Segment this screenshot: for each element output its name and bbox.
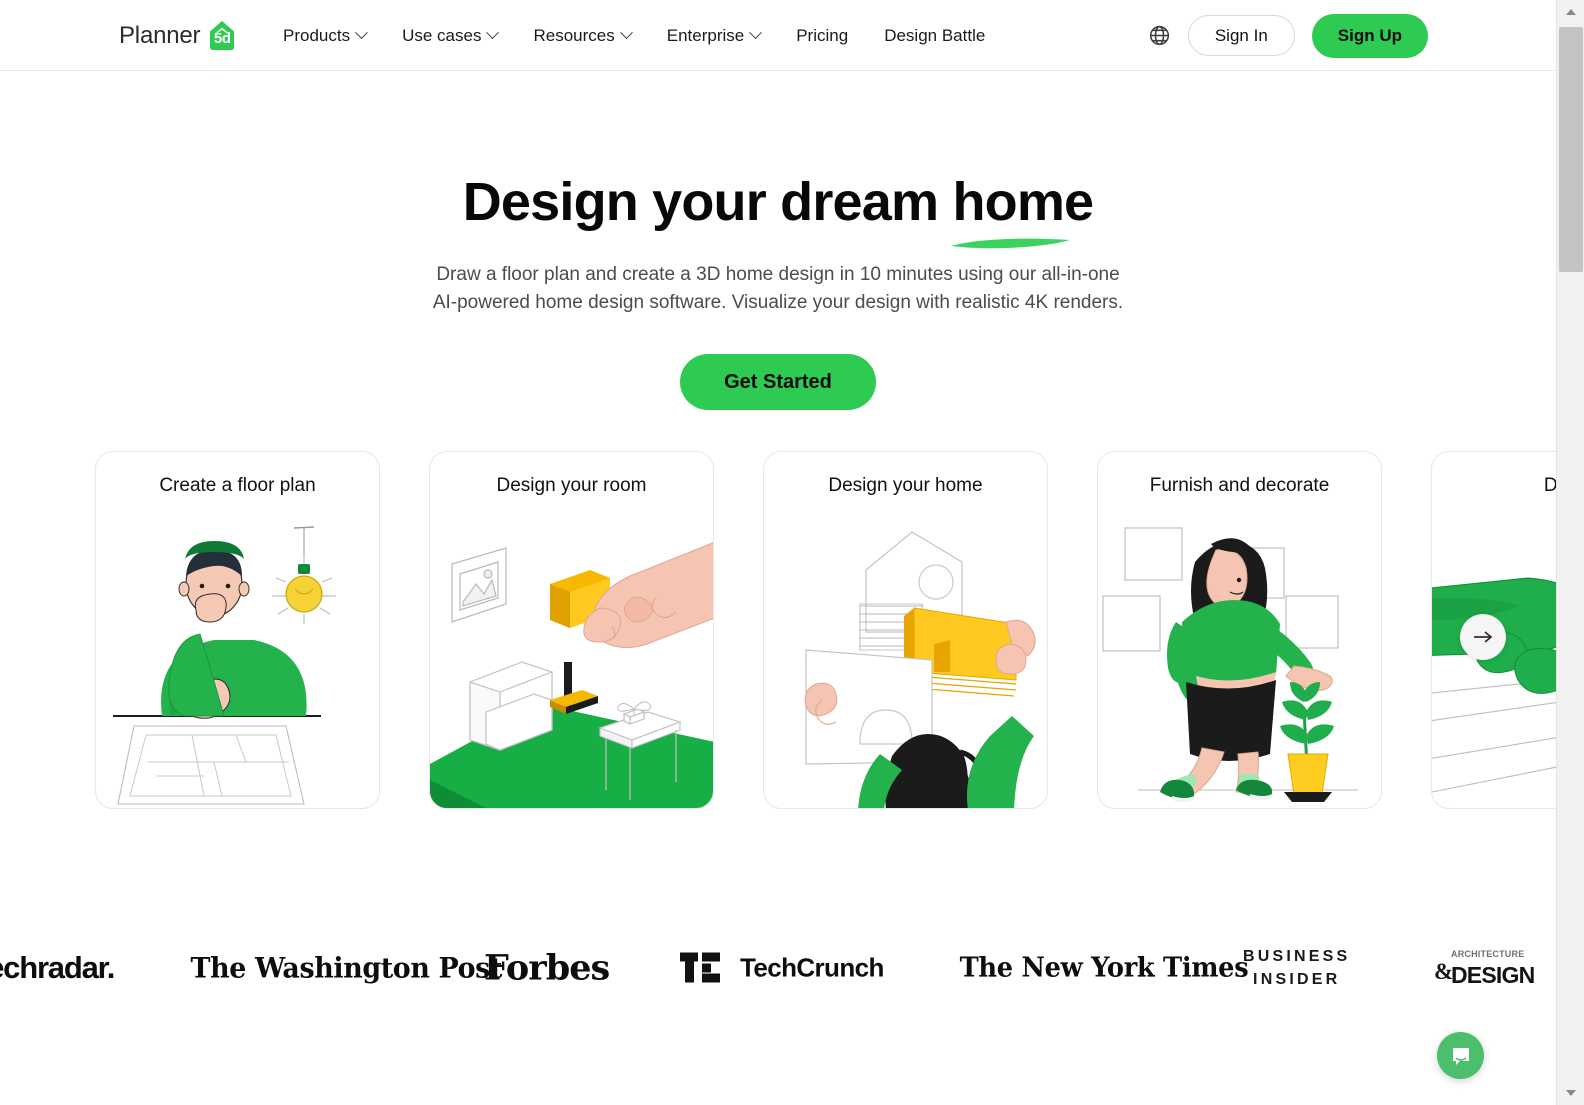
home-design-illustration — [764, 504, 1047, 808]
chevron-down-icon — [355, 26, 368, 40]
feature-card-design-your-home[interactable]: Design your home — [763, 451, 1048, 809]
page-viewport: Planner 5d Products Use cases Resources … — [0, 0, 1556, 1105]
feature-card-create-a-floor-plan[interactable]: Create a floor plan — [95, 451, 380, 809]
nav-item-resources[interactable]: Resources — [533, 25, 633, 46]
scrollbar-thumb[interactable] — [1559, 27, 1583, 272]
hero-title-highlight: home — [952, 172, 1094, 232]
carousel-next-button[interactable] — [1460, 614, 1506, 660]
nav-label: Use cases — [402, 25, 482, 45]
nav-item-pricing[interactable]: Pricing — [796, 26, 848, 46]
floor-plan-illustration — [96, 504, 379, 808]
chevron-down-icon — [486, 26, 500, 40]
feature-card-furnish-and-decorate[interactable]: Furnish and decorate — [1097, 451, 1382, 809]
logo[interactable]: Planner 5d — [119, 19, 239, 52]
feature-card-title: Furnish and decorate — [1149, 475, 1330, 496]
sign-up-button[interactable]: Sign Up — [1311, 13, 1428, 58]
feature-card-title: Create a floor plan — [159, 475, 316, 496]
main-navigation: Products Use cases Resources Enterprise … — [283, 0, 985, 71]
feature-card-title: Design your home — [828, 475, 983, 496]
press-logo-business-insider: BUSINESS INSIDER — [1243, 945, 1350, 991]
house-badge-icon: 5d — [205, 19, 239, 52]
arrow-right-icon — [1474, 631, 1493, 643]
room-design-illustration — [430, 504, 713, 808]
page-title: Design your dream home — [0, 171, 1556, 249]
chat-bubble-icon — [1452, 1047, 1469, 1065]
feature-card-title: Design — [1432, 475, 1556, 497]
press-logo-new-york-times: The New York Times — [959, 952, 1249, 983]
globe-icon[interactable] — [1148, 24, 1171, 47]
furnish-decorate-illustration — [1098, 504, 1381, 808]
browser-page: Planner 5d Products Use cases Resources … — [0, 0, 1584, 1105]
press-logos-strip: techradar. The Washington Post Forbes Te… — [0, 905, 1556, 1030]
nav-item-products[interactable]: Products — [283, 25, 368, 46]
hero-title-plain: Design your dream — [462, 172, 953, 232]
hero-section: Design your dream home Draw a floor plan… — [0, 71, 1556, 410]
press-logo-techcrunch-word: TechCrunch — [740, 952, 884, 982]
feature-card-design-your-room[interactable]: Design your room — [429, 451, 714, 809]
get-started-button[interactable]: Get Started — [680, 354, 876, 410]
logo-wordmark: Planner — [119, 21, 201, 49]
nav-label: Resources — [533, 25, 615, 45]
hero-title-highlight-wrap: home — [951, 171, 1094, 249]
press-logo-design-word: DESIGN — [1451, 961, 1535, 988]
hero-cta-wrapper: Get Started — [0, 354, 1556, 410]
green-underline-stroke-icon — [951, 238, 1071, 249]
nav-label: Design Battle — [884, 25, 986, 45]
sign-in-button[interactable]: Sign In — [1187, 15, 1295, 56]
press-logo-business-insider-line1: BUSINESS — [1243, 947, 1351, 965]
ampersand-mark-icon: & — [1434, 959, 1452, 983]
press-logo-architecture-and-design: ARCHITECTURE & DESIGN — [1434, 948, 1535, 988]
press-logo-design-line: & DESIGN — [1434, 959, 1535, 988]
press-logo-techradar: techradar. — [0, 949, 115, 985]
press-logo-washington-post: The Washington Post — [190, 951, 502, 984]
feature-card-title: Design your room — [496, 475, 647, 496]
header-actions: Sign In Sign Up — [1148, 0, 1428, 71]
scroll-down-button[interactable] — [1557, 1081, 1584, 1105]
press-logo-techcrunch: TechCrunch — [680, 952, 884, 983]
arrow-down-icon — [1566, 1090, 1576, 1096]
logo-badge-text: 5d — [213, 30, 231, 47]
techcrunch-mark-icon — [680, 952, 720, 983]
chevron-down-icon — [749, 26, 763, 40]
site-header: Planner 5d Products Use cases Resources … — [0, 0, 1556, 71]
vertical-scrollbar[interactable] — [1556, 0, 1584, 1105]
hero-subtitle: Draw a floor plan and create a 3D home d… — [432, 264, 1124, 313]
nav-label: Pricing — [796, 25, 849, 45]
press-logo-architecture-line: ARCHITECTURE — [1451, 948, 1525, 959]
nav-label: Enterprise — [666, 25, 745, 45]
nav-label: Products — [283, 25, 351, 45]
chevron-down-icon — [619, 26, 633, 40]
scroll-up-button[interactable] — [1557, 0, 1584, 24]
nav-item-use-cases[interactable]: Use cases — [402, 25, 500, 46]
svg-text:&: & — [1434, 959, 1452, 983]
nav-item-enterprise[interactable]: Enterprise — [666, 25, 763, 46]
press-logo-forbes: Forbes — [484, 947, 610, 988]
feature-cards-carousel: Create a floor plan Design your room Des… — [95, 451, 1556, 811]
chat-widget-button[interactable] — [1437, 1032, 1484, 1079]
nav-item-design-battle[interactable]: Design Battle — [884, 26, 985, 46]
press-logo-business-insider-line2: INSIDER — [1253, 970, 1341, 988]
arrow-up-icon — [1566, 9, 1576, 15]
